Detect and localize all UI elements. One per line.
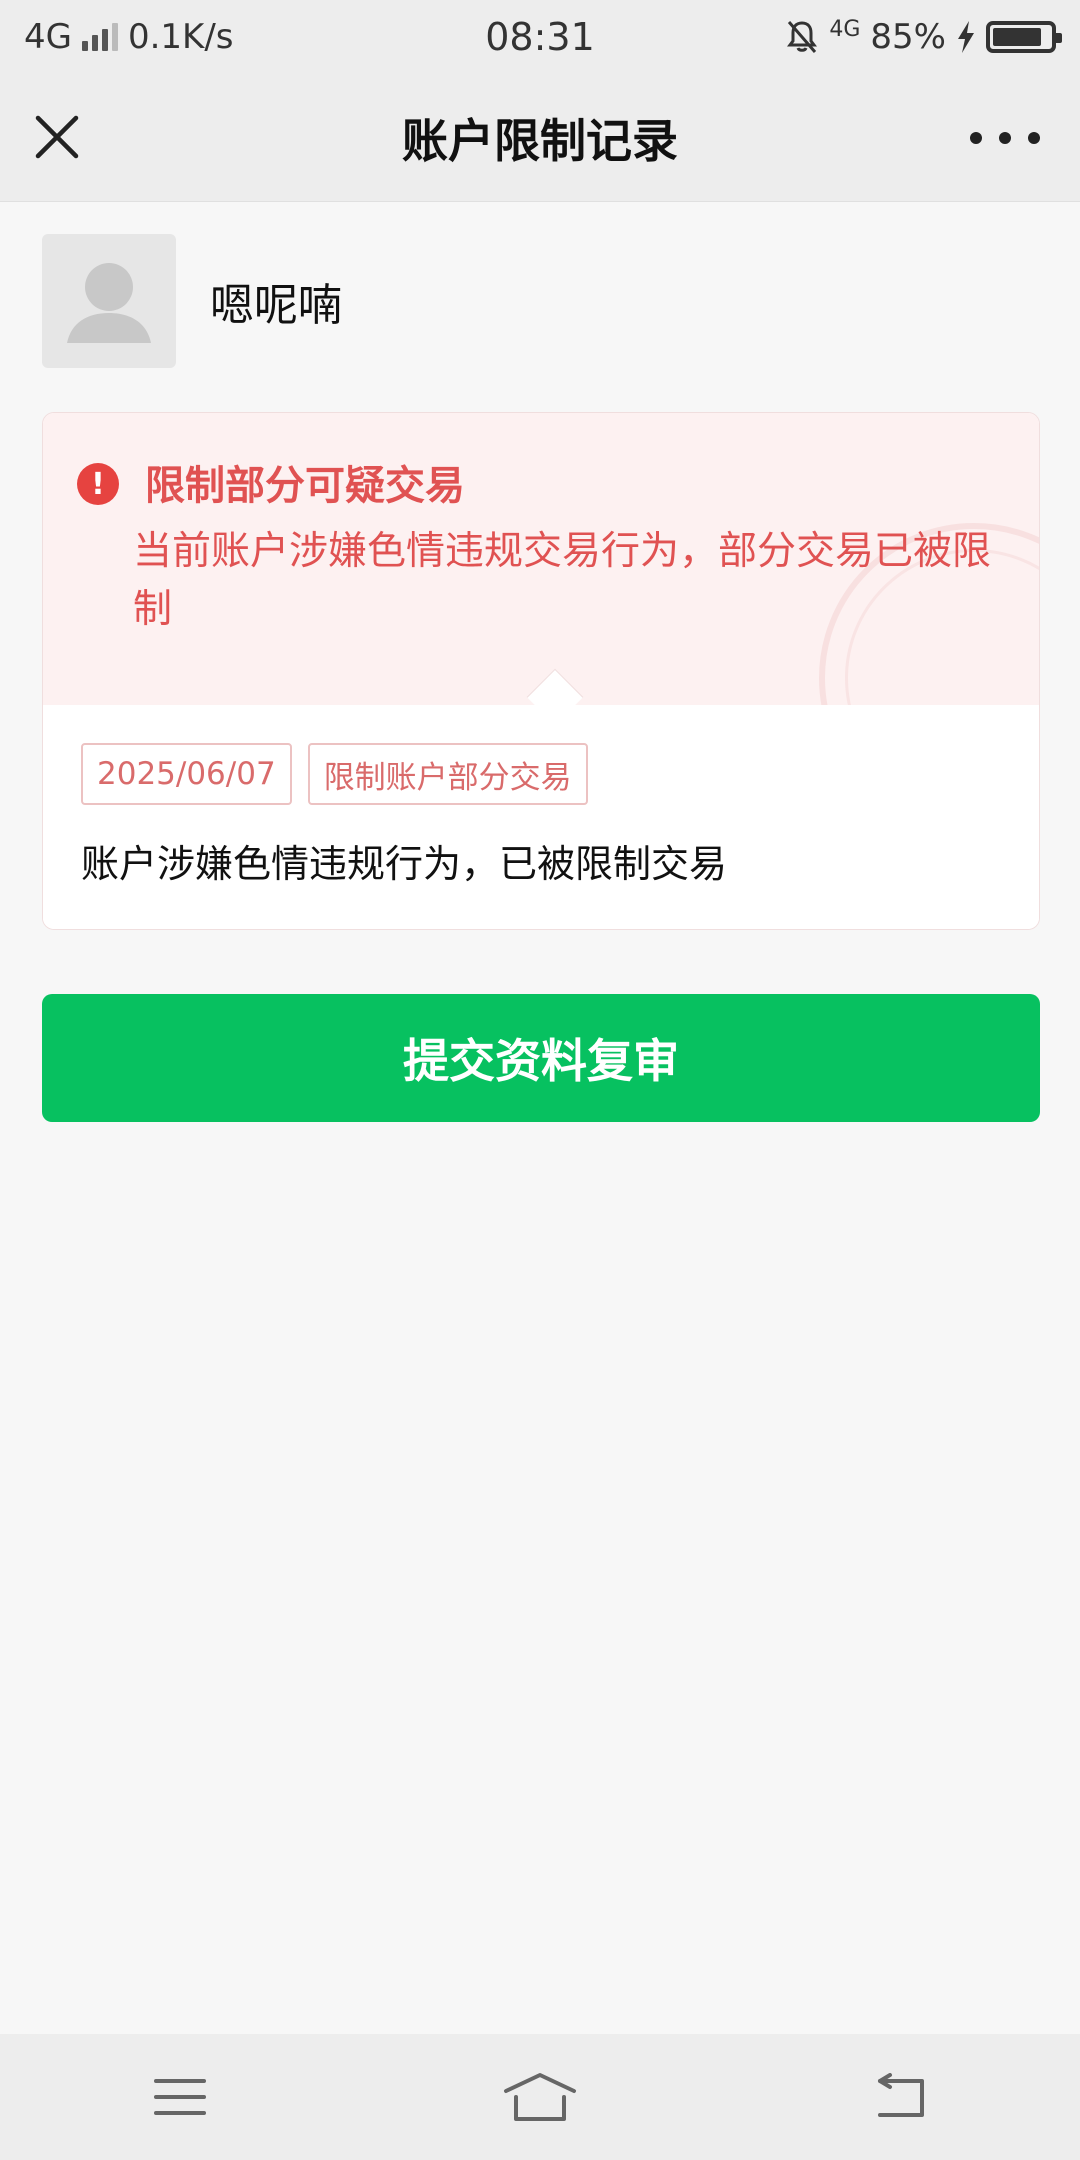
battery-icon bbox=[986, 21, 1062, 53]
dot bbox=[970, 132, 982, 144]
record-tags: 2025/06/07 限制账户部分交易 bbox=[81, 743, 588, 805]
network-type-right: 4G bbox=[829, 16, 861, 42]
network-speed: 0.1K/s bbox=[127, 17, 234, 57]
submit-review-button[interactable]: 提交资料复审 bbox=[42, 994, 1040, 1122]
alert-header: ! 限制部分可疑交易 当前账户涉嫌色情违规交易行为，部分交易已被限制 bbox=[43, 413, 1039, 833]
record-description: 账户涉嫌色情违规行为，已被限制交易 bbox=[81, 842, 728, 886]
exclamation-icon: ! bbox=[77, 463, 119, 505]
user-row: 嗯呢喃 bbox=[42, 234, 342, 368]
page-title: 账户限制记录 bbox=[402, 114, 678, 168]
network-type: 4G bbox=[24, 17, 72, 57]
back-icon[interactable] bbox=[855, 2062, 945, 2132]
app-root: 4G 0.1K/s 08:31 4G 85% 账户限制记录 嗯呢喃 ! 限制部分… bbox=[0, 0, 1080, 2160]
avatar-silhouette bbox=[67, 263, 151, 343]
alert-description: 当前账户涉嫌色情违规交易行为，部分交易已被限制 bbox=[133, 529, 992, 632]
signal-bars-icon bbox=[81, 23, 118, 51]
battery-percent: 85% bbox=[870, 17, 946, 57]
mute-bell-icon bbox=[787, 21, 818, 53]
dot bbox=[999, 132, 1011, 144]
user-name: 嗯呢喃 bbox=[210, 280, 342, 331]
menu-icon[interactable] bbox=[135, 2062, 225, 2132]
restriction-type-tag: 限制账户部分交易 bbox=[307, 743, 588, 805]
status-bar: 4G 0.1K/s 08:31 4G 85% bbox=[0, 0, 1080, 74]
status-right: 4G 85% bbox=[785, 16, 1062, 57]
navigation-bar: 账户限制记录 bbox=[0, 74, 1080, 202]
more-dots-icon[interactable] bbox=[970, 118, 1040, 158]
dot bbox=[1028, 132, 1040, 144]
close-icon[interactable] bbox=[30, 110, 86, 166]
restriction-card: ! 限制部分可疑交易 当前账户涉嫌色情违规交易行为，部分交易已被限制 2025/… bbox=[42, 412, 1040, 930]
alert-title: 限制部分可疑交易 bbox=[145, 463, 465, 509]
status-left: 4G 0.1K/s bbox=[24, 17, 234, 57]
date-tag: 2025/06/07 bbox=[81, 743, 292, 805]
home-icon[interactable] bbox=[495, 2062, 585, 2132]
charging-bolt-icon bbox=[958, 21, 974, 53]
battery-fill bbox=[993, 28, 1041, 46]
status-time: 08:31 bbox=[485, 15, 595, 59]
default-avatar-icon bbox=[42, 234, 176, 368]
record-detail: 2025/06/07 限制账户部分交易 账户涉嫌色情违规行为，已被限制交易 bbox=[43, 705, 1039, 929]
system-navigation-bar bbox=[0, 2034, 1080, 2160]
